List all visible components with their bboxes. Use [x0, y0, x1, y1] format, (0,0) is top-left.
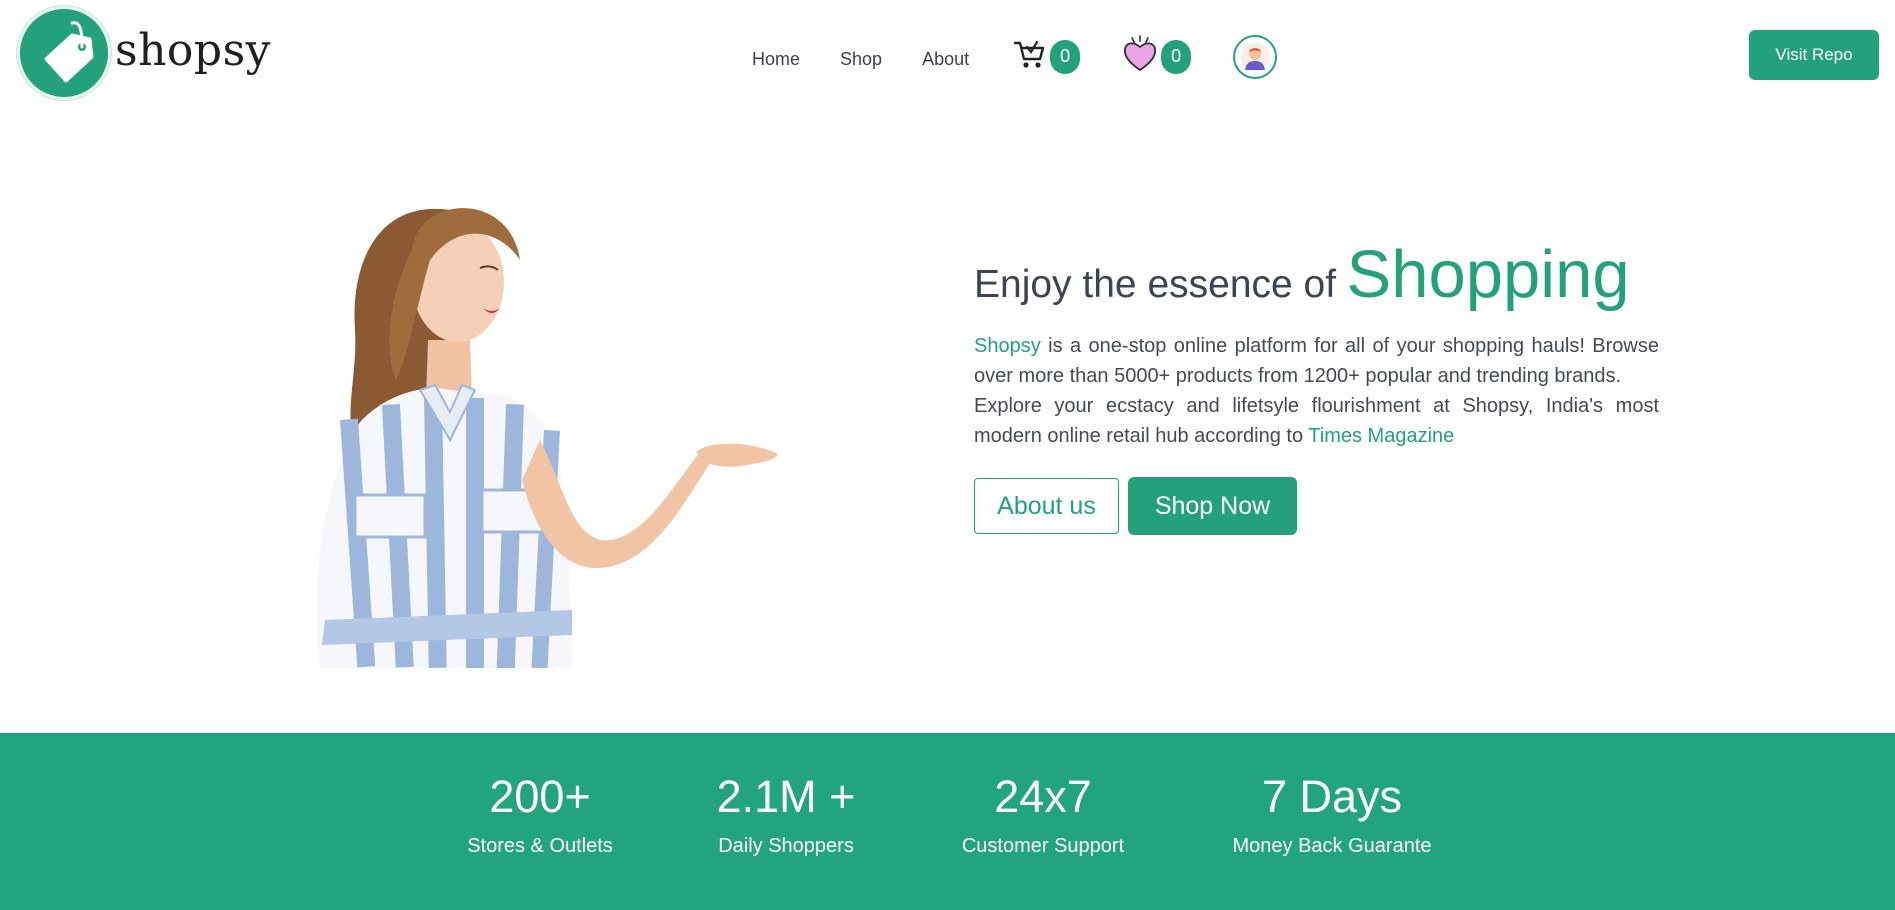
headline-accent-text: Shopping: [1346, 237, 1630, 312]
brand-highlight: Shopsy: [974, 335, 1041, 357]
shop-now-button[interactable]: Shop Now: [1128, 477, 1297, 535]
hero-buttons: About us Shop Now: [974, 477, 1659, 535]
hero-description: Shopsy is a one-stop online platform for…: [974, 331, 1659, 451]
stat-label: Money Back Guarante: [1232, 835, 1432, 857]
brand-name: shopsy: [115, 24, 272, 76]
stat-value: 24x7: [994, 771, 1092, 822]
visit-repo-button[interactable]: Visit Repo: [1749, 30, 1879, 80]
profile-avatar[interactable]: [1233, 34, 1278, 79]
stat-money-back: 7 Days Money Back Guarante: [1222, 769, 1442, 858]
stat-value: 7 Days: [1261, 771, 1403, 822]
hero-paragraph-2: Explore your ecstacy and lifetsyle flour…: [974, 391, 1659, 451]
stats-band: 200+ Stores & Outlets 2.1M + Daily Shopp…: [0, 733, 1895, 910]
headline-lead-text: Enjoy the essence of: [974, 263, 1337, 306]
times-magazine-link[interactable]: Times Magazine: [1308, 425, 1454, 447]
hero-section: Enjoy the essence of Shopping Shopsy is …: [974, 236, 1659, 535]
cart-icon: [1013, 38, 1047, 75]
cart-button[interactable]: 0: [1013, 38, 1081, 75]
stat-support: 24x7 Customer Support: [947, 769, 1139, 858]
stat-value: 2.1M +: [716, 771, 856, 822]
nav-home-link[interactable]: Home: [752, 49, 800, 70]
stat-label: Daily Shoppers: [718, 835, 854, 857]
stat-stores: 200+ Stores & Outlets: [460, 769, 620, 858]
wishlist-count-badge: 0: [1161, 39, 1192, 74]
wishlist-button[interactable]: 0: [1122, 34, 1192, 79]
about-us-button[interactable]: About us: [974, 478, 1119, 534]
hero-headline: Enjoy the essence of Shopping: [974, 236, 1659, 313]
heart-icon: [1122, 34, 1158, 79]
hero-model-image: [300, 190, 790, 669]
nav-about-link[interactable]: About: [922, 49, 969, 70]
avatar-icon: [1241, 42, 1270, 71]
hero-paragraph-1-text: is a one-stop online platform for all of…: [974, 335, 1659, 387]
stat-label: Stores & Outlets: [467, 835, 613, 857]
stat-shoppers: 2.1M + Daily Shoppers: [706, 769, 866, 858]
price-tag-icon: [20, 9, 108, 97]
stat-label: Customer Support: [961, 835, 1125, 857]
nav-shop-link[interactable]: Shop: [840, 49, 882, 70]
stat-value: 200+: [489, 771, 591, 822]
hero-paragraph-1: Shopsy is a one-stop online platform for…: [974, 331, 1659, 391]
brand-logo[interactable]: shopsy: [20, 9, 271, 97]
main-nav: Home Shop About 0 0: [752, 34, 1278, 79]
top-navbar: shopsy Home Shop About 0 0 Visit Repo: [0, 0, 1895, 110]
cart-count-badge: 0: [1050, 39, 1081, 74]
